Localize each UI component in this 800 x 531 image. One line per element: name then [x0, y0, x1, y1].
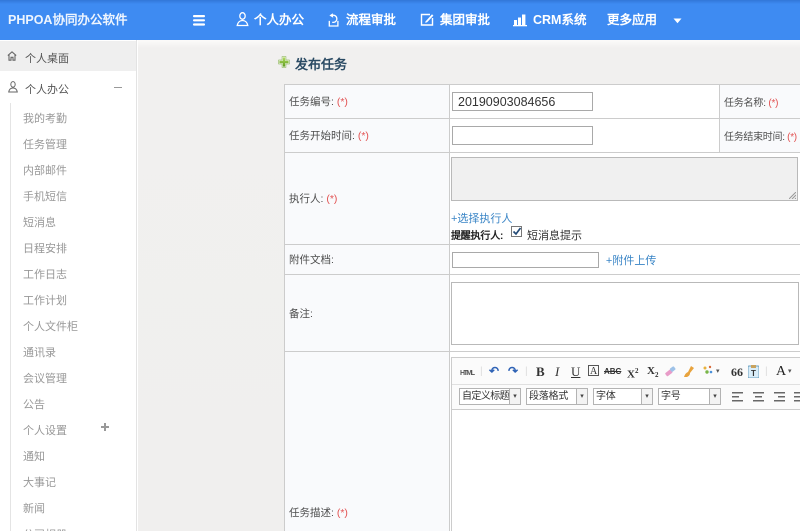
- svg-text:HTML: HTML: [460, 370, 476, 376]
- svg-text:T: T: [751, 369, 756, 378]
